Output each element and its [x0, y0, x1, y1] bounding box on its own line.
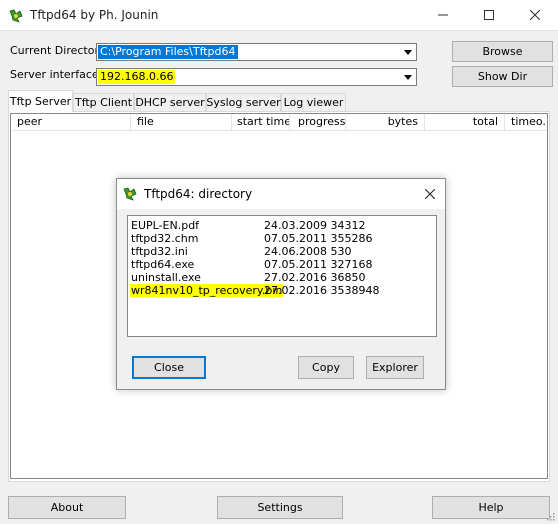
close-icon[interactable] [424, 188, 436, 202]
maximize-button[interactable] [466, 0, 512, 30]
file-name: uninstall.exe [131, 271, 201, 284]
current-directory-value: C:\Program Files\Tftpd64 [98, 45, 238, 59]
directory-dialog: Tftpd64: directory EUPL-EN.pdf 24.03.200… [116, 178, 446, 390]
close-window-button[interactable] [512, 0, 558, 30]
column-header-bytes[interactable]: bytes [346, 114, 425, 131]
server-interface-value: 192.168.0.66 [98, 70, 176, 84]
server-interface-combo[interactable]: 192.168.0.66 [96, 68, 417, 86]
dialog-close-button[interactable]: Close [132, 356, 206, 379]
browse-button[interactable]: Browse [452, 41, 553, 62]
file-name: tftpd32.chm [131, 232, 199, 245]
current-directory-label: Current Directory [10, 44, 106, 57]
show-dir-button[interactable]: Show Dir [452, 66, 553, 87]
app-icon [8, 8, 24, 24]
file-name: EUPL-EN.pdf [131, 219, 200, 232]
minimize-icon [438, 14, 448, 16]
column-header-start-time[interactable]: start time [232, 114, 290, 131]
dialog-explorer-button[interactable]: Explorer [366, 356, 424, 379]
chevron-down-icon[interactable] [400, 69, 416, 85]
column-header-progress[interactable]: progress [290, 114, 346, 131]
file-info: 24.06.2008 530 [264, 245, 352, 258]
window-title: Tftpd64 by Ph. Jounin [30, 8, 159, 22]
maximize-icon [484, 10, 494, 20]
file-info: 27.02.2016 3538948 [264, 284, 380, 297]
title-bar: Tftpd64 by Ph. Jounin [0, 0, 558, 31]
column-header-file[interactable]: file [131, 114, 232, 131]
file-info: 27.02.2016 36850 [264, 271, 366, 284]
column-header-peer[interactable]: peer [11, 114, 131, 131]
minimize-button[interactable] [420, 0, 466, 30]
file-name: tftpd64.exe [131, 258, 195, 271]
file-name: tftpd32.ini [131, 245, 188, 258]
file-info: 07.05.2011 355286 [264, 232, 373, 245]
settings-button[interactable]: Settings [217, 496, 343, 519]
tab-tftp-client[interactable]: Tftp Client [73, 93, 134, 111]
file-info: 24.03.2009 34312 [264, 219, 366, 232]
current-directory-combo[interactable]: C:\Program Files\Tftpd64 [96, 43, 417, 61]
tab-dhcp-server[interactable]: DHCP server [134, 93, 206, 111]
resize-grip-icon[interactable] [545, 511, 555, 524]
dialog-copy-button[interactable]: Copy [298, 356, 354, 379]
server-interface-label: Server interface [10, 68, 99, 81]
column-header-timeout[interactable]: timeo... [505, 114, 547, 131]
tab-syslog-server[interactable]: Syslog server [206, 93, 281, 111]
column-header-total[interactable]: total [425, 114, 505, 131]
dialog-title: Tftpd64: directory [144, 187, 253, 201]
help-button[interactable]: Help [432, 496, 550, 519]
file-name: wr841nv10_tp_recovery.bin [130, 284, 284, 297]
tab-tftp-server[interactable]: Tftp Server [8, 90, 73, 112]
close-icon [530, 10, 540, 20]
app-icon [122, 186, 138, 205]
file-info: 07.05.2011 327168 [264, 258, 373, 271]
about-button[interactable]: About [8, 496, 126, 519]
tab-log-viewer[interactable]: Log viewer [281, 93, 346, 111]
chevron-down-icon[interactable] [400, 44, 416, 60]
file-list[interactable]: EUPL-EN.pdf 24.03.2009 34312 tftpd32.chm… [127, 215, 437, 337]
dialog-title-bar: Tftpd64: directory [117, 179, 445, 209]
